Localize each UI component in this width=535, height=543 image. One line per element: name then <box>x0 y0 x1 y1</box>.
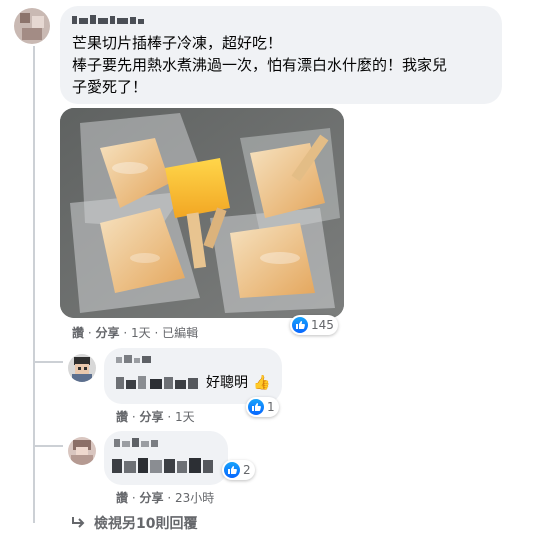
view-more-replies-label: 檢視另10則回覆 <box>94 516 198 532</box>
share-action[interactable]: 分享 <box>96 326 120 340</box>
like-action[interactable]: 讚 <box>116 491 128 505</box>
reply-author-redacted[interactable] <box>116 355 156 365</box>
action-separator: · <box>154 326 159 340</box>
comment-text-line-1: 芒果切片插棒子冷凍，超好吃！ <box>72 34 283 52</box>
comment-photo[interactable] <box>60 108 344 318</box>
reaction-count: 2 <box>243 463 251 477</box>
reply-bubble <box>104 431 228 485</box>
action-separator: · <box>167 491 172 505</box>
reaction-count-pill[interactable]: 2 <box>222 460 255 480</box>
action-separator: · <box>131 410 136 424</box>
author-name-redacted[interactable] <box>72 15 144 25</box>
reaction-count: 145 <box>311 318 334 332</box>
avatar[interactable] <box>14 8 50 44</box>
action-separator: · <box>131 491 136 505</box>
timestamp[interactable]: 23小時 <box>175 491 214 505</box>
reply-arrow-icon <box>70 516 86 530</box>
reply-actions: 讚 · 分享 · 1天 <box>116 408 195 425</box>
mango-popsicles-image <box>60 108 344 318</box>
timestamp[interactable]: 1天 <box>131 326 151 340</box>
thread-line-branch-2 <box>33 445 63 447</box>
like-reaction-icon <box>224 462 240 478</box>
action-separator: · <box>123 326 128 340</box>
action-separator: · <box>87 326 92 340</box>
reply-text-redacted <box>116 375 202 391</box>
view-more-replies-link[interactable]: 檢視另10則回覆 <box>70 513 197 533</box>
reply-avatar[interactable] <box>68 437 96 465</box>
share-action[interactable]: 分享 <box>140 491 164 505</box>
reaction-count-pill[interactable]: 145 <box>290 315 338 335</box>
reaction-count: 1 <box>267 400 275 414</box>
like-action[interactable]: 讚 <box>72 326 84 340</box>
thumbs-up-emoji: 👍 <box>253 375 271 391</box>
thread-line-main <box>33 46 35 523</box>
thread-line-branch-1 <box>33 361 63 363</box>
action-separator: · <box>167 410 172 424</box>
reply-avatar[interactable] <box>68 354 96 382</box>
edited-label: 已編輯 <box>162 326 199 340</box>
timestamp[interactable]: 1天 <box>175 410 195 424</box>
like-reaction-icon <box>292 317 308 333</box>
comment-text-line-3: 子愛死了！ <box>72 78 148 96</box>
reply-text: 好聰明 <box>206 375 248 391</box>
reply-text-redacted <box>112 457 224 475</box>
reply-author-redacted[interactable] <box>114 438 160 448</box>
like-reaction-icon <box>248 399 264 415</box>
comment-bubble: 芒果切片插棒子冷凍，超好吃！ 棒子要先用熱水煮沸過一次，怕有漂白水什麼的！我家兒… <box>60 6 502 104</box>
reply-bubble: 好聰明 👍 <box>104 348 282 404</box>
like-action[interactable]: 讚 <box>116 410 128 424</box>
reply-actions: 讚 · 分享 · 23小時 <box>116 489 214 506</box>
share-action[interactable]: 分享 <box>140 410 164 424</box>
comment-actions: 讚 · 分享 · 1天 · 已編輯 <box>72 324 198 341</box>
comment-text-line-2: 棒子要先用熱水煮沸過一次，怕有漂白水什麼的！我家兒 <box>72 56 448 74</box>
reaction-count-pill[interactable]: 1 <box>246 397 279 417</box>
